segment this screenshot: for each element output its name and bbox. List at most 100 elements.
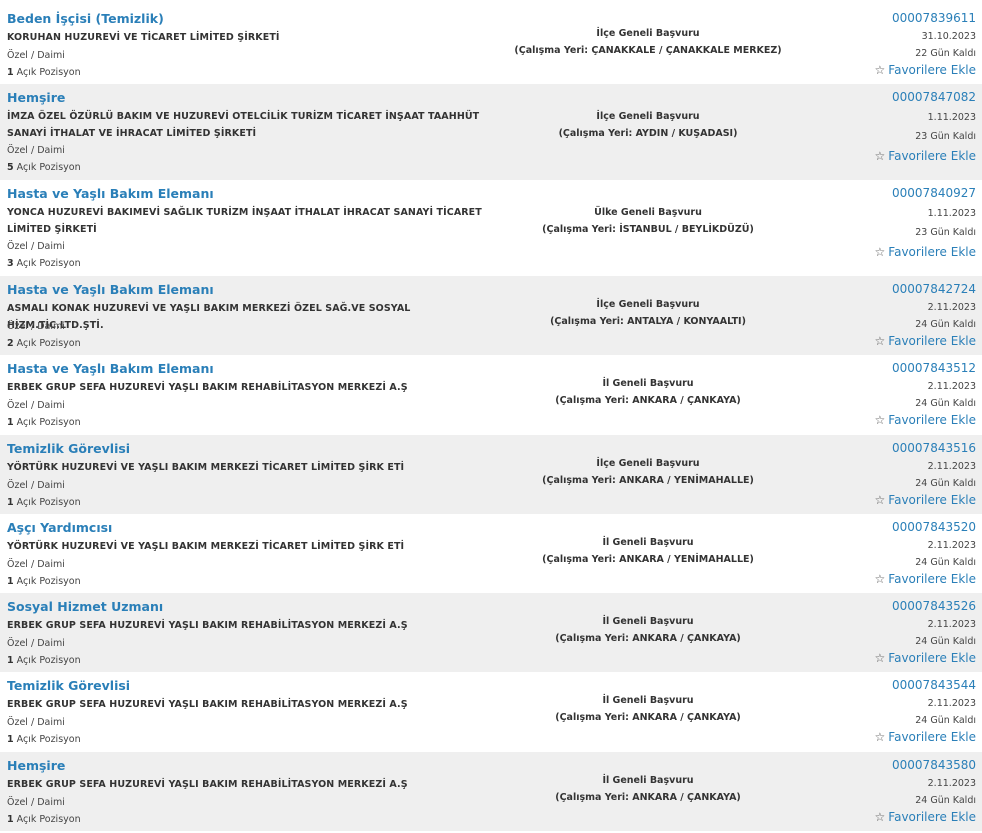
company-name: ERBEK GRUP SEFA HUZUREVİ YAŞLI BAKIM REH… [7,382,408,393]
application-scope: İlçe Geneli Başvuru (Çalışma Yeri: ANKARA… [500,455,796,489]
open-positions: 1 Açık Pozisyon [7,814,81,825]
add-to-favorites-button[interactable]: ☆ Favorilere Ekle [875,572,976,586]
scope-label: İlçe Geneli Başvuru [596,111,700,122]
add-to-favorites-button[interactable]: ☆ Favorilere Ekle [875,493,976,507]
company-name: KORUHAN HUZUREVİ VE TİCARET LİMİTED ŞİRK… [7,32,280,43]
company-name: ERBEK GRUP SEFA HUZUREVİ YAŞLI BAKIM REH… [7,699,408,710]
favorite-label: Favorilere Ekle [888,334,976,348]
position-suffix: Açık Pozisyon [16,258,81,269]
workplace-location: ÇANAKKALE / ÇANAKKALE MERKEZ [591,45,778,56]
workplace-label: (Çalışma Yeri: ANKARA / ÇANKAYA) [500,630,796,647]
job-title-link[interactable]: Temizlik Görevlisi [7,441,130,456]
days-remaining: 24 Gün Kaldı [915,319,976,330]
job-title-link[interactable]: Temizlik Görevlisi [7,678,130,693]
position-suffix: Açık Pozisyon [16,338,81,349]
job-title-link[interactable]: Hemşire [7,90,65,105]
listing-row[interactable]: Sosyal Hizmet Uzmanı ERBEK GRUP SEFA HUZU… [0,593,982,672]
workplace-prefix: (Çalışma Yeri: [542,554,620,565]
star-outline-icon: ☆ [874,730,886,744]
position-suffix: Açık Pozisyon [16,162,81,173]
open-positions: 2 Açık Pozisyon [7,338,81,349]
listing-date: 1.11.2023 [927,112,976,123]
job-title-link[interactable]: Sosyal Hizmet Uzmanı [7,599,163,614]
position-count: 1 [7,417,14,428]
add-to-favorites-button[interactable]: ☆ Favorilere Ekle [875,651,976,665]
position-suffix: Açık Pozisyon [16,655,81,666]
listing-date: 2.11.2023 [927,778,976,789]
workplace-location: ANKARA / ÇANKAYA [632,633,737,644]
job-title-link[interactable]: Hasta ve Yaşlı Bakım Elemanı [7,186,214,201]
job-title-link[interactable]: Hasta ve Yaşlı Bakım Elemanı [7,282,214,297]
company-name: ERBEK GRUP SEFA HUZUREVİ YAŞLI BAKIM REH… [7,620,408,631]
add-to-favorites-button[interactable]: ☆ Favorilere Ekle [875,730,976,744]
days-remaining: 24 Gün Kaldı [915,795,976,806]
listing-id-link[interactable]: 00007839611 [892,11,976,25]
workplace-label: (Çalışma Yeri: ANTALYA / KONYAALTI) [500,313,796,330]
scope-label: İlçe Geneli Başvuru [596,299,700,310]
workplace-label: (Çalışma Yeri: İSTANBUL / BEYLİKDÜZÜ) [500,221,796,238]
position-count: 1 [7,576,14,587]
workplace-label: (Çalışma Yeri: ANKARA / YENİMAHALLE) [500,472,796,489]
add-to-favorites-button[interactable]: ☆ Favorilere Ekle [875,334,976,348]
application-scope: İlçe Geneli Başvuru (Çalışma Yeri: ÇANAKK… [500,25,796,59]
position-suffix: Açık Pozisyon [16,814,81,825]
listing-row[interactable]: Beden İşçisi (Temizlik) KORUHAN HUZUREVİ … [0,5,982,84]
position-suffix: Açık Pozisyon [16,576,81,587]
listing-row[interactable]: Temizlik Görevlisi ERBEK GRUP SEFA HUZURE… [0,672,982,752]
workplace-location: ANKARA / ÇANKAYA [632,395,737,406]
application-scope: İlçe Geneli Başvuru (Çalışma Yeri: ANTALY… [500,296,796,330]
company-name: YÖRTÜRK HUZUREVİ VE YAŞLI BAKIM MERKEZİ … [7,541,405,552]
listing-row[interactable]: Aşçı Yardımcısı YÖRTÜRK HUZUREVİ VE YAŞLI… [0,514,982,593]
add-to-favorites-button[interactable]: ☆ Favorilere Ekle [875,810,976,824]
listing-row[interactable]: Hemşire ERBEK GRUP SEFA HUZUREVİ YAŞLI BA… [0,752,982,831]
position-count: 1 [7,497,14,508]
scope-label: İl Geneli Başvuru [602,378,694,389]
employment-type: Özel / Daimi [7,145,65,156]
listing-id-link[interactable]: 00007842724 [892,282,976,296]
workplace-location: ANKARA / YENİMAHALLE [619,475,750,486]
workplace-location: AYDIN / KUŞADASI [635,128,734,139]
workplace-location: ANTALYA / KONYAALTI [627,316,742,327]
listing-id-link[interactable]: 00007843580 [892,758,976,772]
favorite-label: Favorilere Ekle [888,651,976,665]
open-positions: 1 Açık Pozisyon [7,576,81,587]
favorite-label: Favorilere Ekle [888,493,976,507]
listing-id-link[interactable]: 00007843516 [892,441,976,455]
job-title-link[interactable]: Hemşire [7,758,65,773]
listing-id-link[interactable]: 00007843512 [892,361,976,375]
workplace-location: ANKARA / ÇANKAYA [632,792,737,803]
employment-type: Özel / Daimi [7,241,65,252]
days-remaining: 23 Gün Kaldı [915,131,976,142]
star-outline-icon: ☆ [874,334,886,348]
listing-id-link[interactable]: 00007847082 [892,90,976,104]
listing-row[interactable]: Hasta ve Yaşlı Bakım Elemanı YONCA HUZURE… [0,180,982,276]
job-title-link[interactable]: Hasta ve Yaşlı Bakım Elemanı [7,361,214,376]
listing-row[interactable]: Hasta ve Yaşlı Bakım Elemanı ASMALI KONAK… [0,276,982,355]
workplace-suffix: ) [733,128,738,139]
position-suffix: Açık Pozisyon [16,734,81,745]
listing-id-link[interactable]: 00007843544 [892,678,976,692]
position-suffix: Açık Pozisyon [16,497,81,508]
add-to-favorites-button[interactable]: ☆ Favorilere Ekle [875,63,976,77]
add-to-favorites-button[interactable]: ☆ Favorilere Ekle [875,245,976,259]
workplace-label: (Çalışma Yeri: ANKARA / ÇANKAYA) [500,392,796,409]
add-to-favorites-button[interactable]: ☆ Favorilere Ekle [875,149,976,163]
employment-type: Özel / Daimi [7,400,65,411]
open-positions: 1 Açık Pozisyon [7,67,81,78]
listing-row[interactable]: Hasta ve Yaşlı Bakım Elemanı ERBEK GRUP S… [0,355,982,435]
job-title-link[interactable]: Beden İşçisi (Temizlik) [7,11,164,26]
listing-date: 2.11.2023 [927,381,976,392]
listing-row[interactable]: Hemşire İMZA ÖZEL ÖZÜRLÜ BAKIM VE HUZUREV… [0,84,982,180]
listing-id-link[interactable]: 00007843520 [892,520,976,534]
company-name: ASMALI KONAK HUZUREVİ VE YAŞLI BAKIM MER… [7,303,411,331]
employment-type: Özel / Daimi [7,559,65,570]
add-to-favorites-button[interactable]: ☆ Favorilere Ekle [875,413,976,427]
workplace-suffix: ) [736,633,741,644]
job-title-link[interactable]: Aşçı Yardımcısı [7,520,112,535]
listing-row[interactable]: Temizlik Görevlisi YÖRTÜRK HUZUREVİ VE YA… [0,435,982,514]
listing-id-link[interactable]: 00007840927 [892,186,976,200]
days-remaining: 22 Gün Kaldı [915,48,976,59]
listing-id-link[interactable]: 00007843526 [892,599,976,613]
application-scope: İl Geneli Başvuru (Çalışma Yeri: ANKARA /… [500,692,796,726]
employment-type: Özel / Daimi [7,321,65,332]
